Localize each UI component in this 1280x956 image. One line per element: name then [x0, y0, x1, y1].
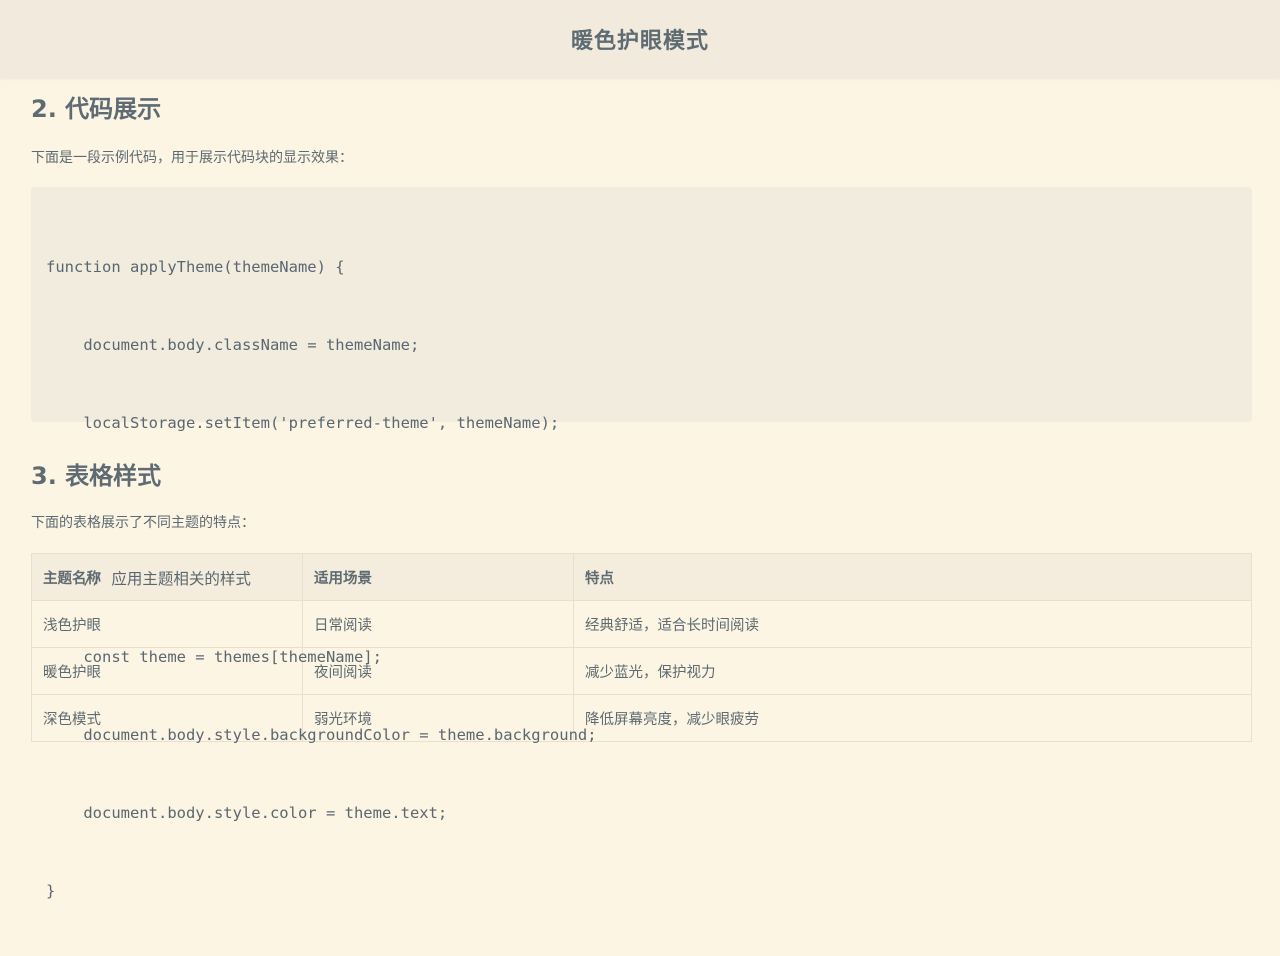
- code-line: }: [46, 882, 56, 900]
- section-description-code: 下面是一段示例代码，用于展示代码块的显示效果：: [31, 150, 353, 166]
- code-line: document.body.style.color = theme.text;: [46, 804, 448, 822]
- page-header: 暖色护眼模式: [0, 0, 1280, 78]
- table-cell: 降低屏幕亮度，减少眼疲劳: [573, 694, 1252, 742]
- table-row: 浅色护眼 日常阅读 经典舒适，适合长时间阅读: [31, 600, 1252, 648]
- table-header-cell: 适用场景: [302, 553, 574, 601]
- section-heading-code: 2. 代码展示: [31, 95, 162, 123]
- page-title: 暖色护眼模式: [570, 29, 709, 54]
- code-line: document.body.className = themeName;: [46, 336, 420, 354]
- main-content: 2. 代码展示 下面是一段示例代码，用于展示代码块的显示效果： function…: [31, 78, 1252, 900]
- table-cell: 日常阅读: [302, 600, 574, 648]
- table-cell: 减少蓝光，保护视力: [573, 647, 1252, 695]
- section-heading-table: 3. 表格样式: [31, 462, 162, 490]
- code-line: localStorage.setItem('preferred-theme', …: [46, 414, 560, 432]
- section-description-table: 下面的表格展示了不同主题的特点：: [31, 515, 255, 531]
- code-line: function applyTheme(themeName) {: [46, 258, 345, 276]
- table-header-cell: 特点: [573, 553, 1252, 601]
- code-block: function applyTheme(themeName) { documen…: [31, 187, 1252, 900]
- table-cell: 经典舒适，适合长时间阅读: [573, 600, 1252, 648]
